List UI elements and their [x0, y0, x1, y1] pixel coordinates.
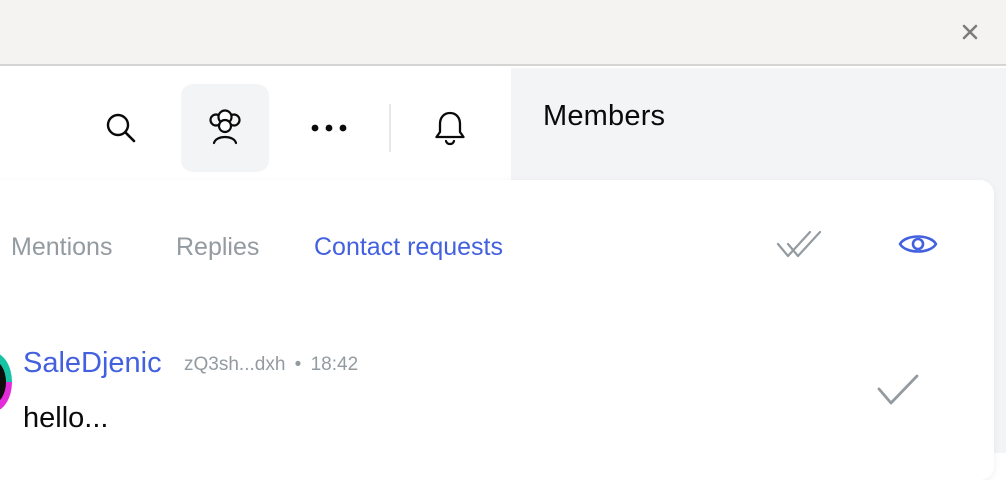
members-icon	[209, 109, 241, 145]
tab-mentions[interactable]: Mentions	[11, 233, 112, 262]
notifications-button[interactable]	[406, 84, 494, 172]
meta-separator: •	[294, 354, 302, 375]
tab-contact-requests[interactable]: Contact requests	[314, 233, 503, 262]
search-icon	[106, 113, 136, 143]
toolbar-divider	[389, 104, 391, 152]
sender-name[interactable]: SaleDjenic	[23, 347, 162, 380]
double-check-icon	[776, 230, 822, 258]
message-time: 18:42	[310, 354, 359, 375]
close-icon	[962, 24, 978, 40]
close-window-button[interactable]	[958, 20, 982, 44]
activity-center-popup	[0, 180, 994, 480]
members-button[interactable]	[181, 84, 269, 172]
message-text: hello...	[23, 402, 109, 434]
accept-request-button[interactable]	[874, 370, 922, 410]
window-titlebar	[0, 0, 1006, 66]
mark-all-read-button[interactable]	[774, 222, 824, 266]
sender-meta: zQ3sh...dxh • 18:42	[184, 354, 358, 376]
eye-icon	[898, 235, 938, 253]
more-icon	[311, 124, 347, 132]
chat-toolbar	[0, 68, 511, 180]
tab-replies[interactable]: Replies	[176, 233, 259, 262]
show-read-button[interactable]	[894, 222, 942, 266]
sender-address: zQ3sh...dxh	[184, 354, 286, 375]
bell-icon	[435, 111, 465, 146]
search-button[interactable]	[77, 84, 165, 172]
more-button[interactable]	[285, 84, 373, 172]
members-panel-title: Members	[543, 100, 666, 132]
check-icon	[877, 374, 919, 405]
